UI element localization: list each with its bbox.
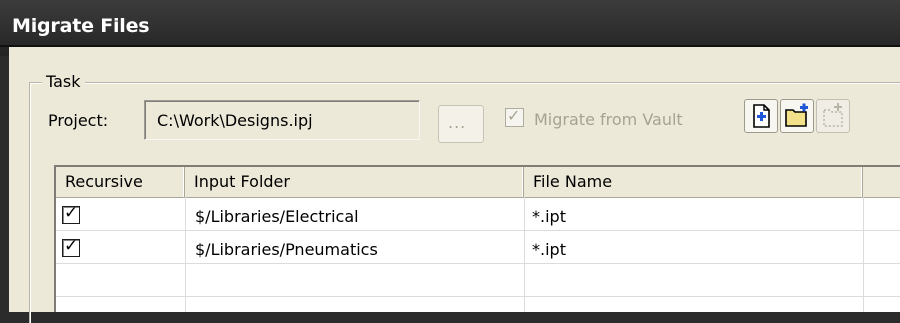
column-header-file-name[interactable]: File Name (524, 167, 863, 197)
input-folder-cell[interactable]: $/Libraries/Pneumatics (195, 240, 378, 259)
window-title: Migrate Files (12, 15, 150, 37)
checkmark-icon: ✓ (64, 203, 79, 223)
recursive-checkbox[interactable]: ✓ (62, 203, 80, 224)
new-file-icon (753, 104, 770, 128)
migrate-from-vault-label: Migrate from Vault (534, 110, 683, 129)
remove-entry-button[interactable] (816, 99, 850, 133)
add-folder-button[interactable] (780, 99, 814, 133)
project-path-value: C:\Work\Designs.ipj (157, 111, 313, 130)
column-divider (524, 197, 525, 312)
input-folder-cell[interactable]: $/Libraries/Electrical (195, 207, 359, 226)
migrate-files-window: Migrate Files Task Project: C:\Work\Desi… (0, 0, 900, 323)
column-divider (185, 197, 186, 312)
column-header-recursive[interactable]: Recursive (56, 167, 185, 197)
add-file-button[interactable] (744, 99, 778, 133)
recursive-checkbox[interactable]: ✓ (62, 236, 80, 257)
remove-icon (823, 103, 843, 127)
project-label: Project: (48, 111, 109, 130)
row-divider (56, 263, 900, 264)
file-name-cell[interactable]: *.ipt (532, 240, 566, 259)
checkmark-icon: ✓ (507, 106, 521, 125)
row-divider (56, 296, 900, 297)
new-folder-icon (785, 103, 808, 127)
migrate-from-vault-checkbox[interactable]: ✓ (505, 106, 524, 127)
column-divider (863, 197, 864, 312)
column-header-extra[interactable] (863, 167, 900, 197)
task-group-label: Task (42, 72, 85, 91)
column-header-input-folder[interactable]: Input Folder (185, 167, 524, 197)
file-name-cell[interactable]: *.ipt (532, 207, 566, 226)
checkmark-icon: ✓ (64, 236, 79, 256)
row-divider (56, 230, 900, 231)
browse-button-label: ... (448, 113, 467, 132)
